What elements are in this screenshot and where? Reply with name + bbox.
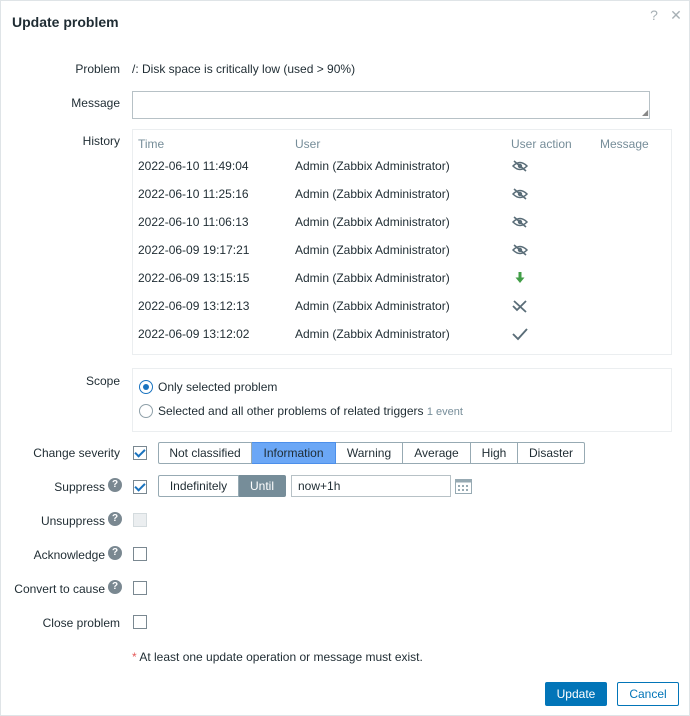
close-problem-checkbox[interactable] [133,615,147,629]
scope-related-triggers-radio[interactable] [139,404,153,418]
close-problem-label: Close problem [42,616,120,630]
history-time: 2022-06-09 13:15:15 [138,271,250,285]
dialog-title: Update problem [12,14,119,30]
convert-to-cause-checkbox[interactable] [133,581,147,595]
convert-to-cause-label: Convert to cause [14,582,105,596]
severity-warning[interactable]: Warning [336,442,403,464]
acknowledge-help-icon[interactable]: ? [108,546,122,560]
scope-only-selected-label[interactable]: Only selected problem [158,380,277,394]
suppress-checkbox[interactable] [133,480,147,494]
history-table: Time User User action Message 2022-06-10… [132,129,672,355]
eye-hidden-icon [511,244,529,256]
severity-average[interactable]: Average [403,442,471,464]
severity-not-classified[interactable]: Not classified [158,442,252,464]
history-user: Admin (Zabbix Administrator) [295,271,450,285]
history-user: Admin (Zabbix Administrator) [295,187,450,201]
unsuppress-checkbox[interactable] [133,513,147,527]
change-severity-checkbox[interactable] [133,446,147,460]
history-col-user: User [295,137,321,151]
severity-selector: Not classified Information Warning Avera… [158,442,585,464]
message-label: Message [71,96,120,110]
eye-hidden-icon [511,216,529,228]
history-row: 2022-06-10 11:25:16 Admin (Zabbix Admini… [133,187,671,215]
eye-hidden-icon [511,188,529,200]
help-icon[interactable]: ? [647,7,661,23]
history-col-message: Message [600,137,649,151]
history-row: 2022-06-09 13:12:02 Admin (Zabbix Admini… [133,327,671,355]
calendar-icon[interactable] [455,478,472,494]
history-time: 2022-06-10 11:06:13 [138,215,249,229]
cancel-button[interactable]: Cancel [617,682,679,706]
history-row: 2022-06-09 13:12:13 Admin (Zabbix Admini… [133,299,671,327]
history-user: Admin (Zabbix Administrator) [295,215,450,229]
problem-label: Problem [75,62,120,76]
severity-disaster[interactable]: Disaster [518,442,585,464]
history-col-time: Time [138,137,165,151]
checkmark-icon [512,328,528,341]
suppress-until-input[interactable]: now+1h [291,475,451,497]
change-severity-label: Change severity [33,446,120,460]
history-row: 2022-06-10 11:49:04 Admin (Zabbix Admini… [133,159,671,187]
suppress-mode-selector: Indefinitely Until [158,475,286,497]
scope-box: Only selected problem Selected and all o… [132,368,672,432]
acknowledge-label: Acknowledge [33,548,105,562]
unsuppress-help-icon[interactable]: ? [108,512,122,526]
history-user: Admin (Zabbix Administrator) [295,159,450,173]
scope-only-selected-radio[interactable] [139,380,153,394]
scope-label: Scope [85,374,120,388]
problem-value: /: Disk space is critically low (used > … [132,62,356,76]
required-star: * [132,650,137,664]
suppress-until[interactable]: Until [239,475,286,497]
history-time: 2022-06-10 11:25:16 [138,187,249,201]
history-time: 2022-06-09 13:12:02 [138,327,250,341]
scope-related-triggers-text: Selected and all other problems of relat… [158,404,424,418]
eye-hidden-icon [511,160,529,172]
history-row: 2022-06-09 13:15:15 Admin (Zabbix Admini… [133,271,671,299]
severity-high[interactable]: High [471,442,518,464]
update-problem-dialog: Update problem ? ✕ Problem /: Disk space… [0,0,690,716]
severity-information[interactable]: Information [252,442,336,464]
history-user: Admin (Zabbix Administrator) [295,243,450,257]
history-time: 2022-06-09 13:12:13 [138,299,250,313]
history-row: 2022-06-09 19:17:21 Admin (Zabbix Admini… [133,243,671,271]
unacknowledge-icon [512,300,527,313]
suppress-help-icon[interactable]: ? [108,478,122,492]
history-time: 2022-06-09 19:17:21 [138,243,250,257]
required-note: * At least one update operation or messa… [132,650,423,664]
unsuppress-label: Unsuppress [40,514,105,528]
message-textarea[interactable] [132,91,650,119]
history-col-user-action: User action [511,137,572,151]
suppress-label: Suppress [54,480,105,494]
required-note-text: At least one update operation or message… [139,650,423,664]
convert-to-cause-help-icon[interactable]: ? [108,580,122,594]
history-user: Admin (Zabbix Administrator) [295,327,450,341]
history-label: History [82,134,120,148]
update-button[interactable]: Update [545,682,607,706]
history-time: 2022-06-10 11:49:04 [138,159,249,173]
event-count: 1 event [426,406,463,418]
close-icon[interactable]: ✕ [669,7,683,23]
history-user: Admin (Zabbix Administrator) [295,299,450,313]
arrow-down-icon [515,272,525,283]
resize-grip-icon[interactable]: ◢ [642,109,648,117]
history-row: 2022-06-10 11:06:13 Admin (Zabbix Admini… [133,215,671,243]
scope-related-triggers-label[interactable]: Selected and all other problems of relat… [158,404,463,418]
acknowledge-checkbox[interactable] [133,547,147,561]
suppress-indefinitely[interactable]: Indefinitely [158,475,239,497]
